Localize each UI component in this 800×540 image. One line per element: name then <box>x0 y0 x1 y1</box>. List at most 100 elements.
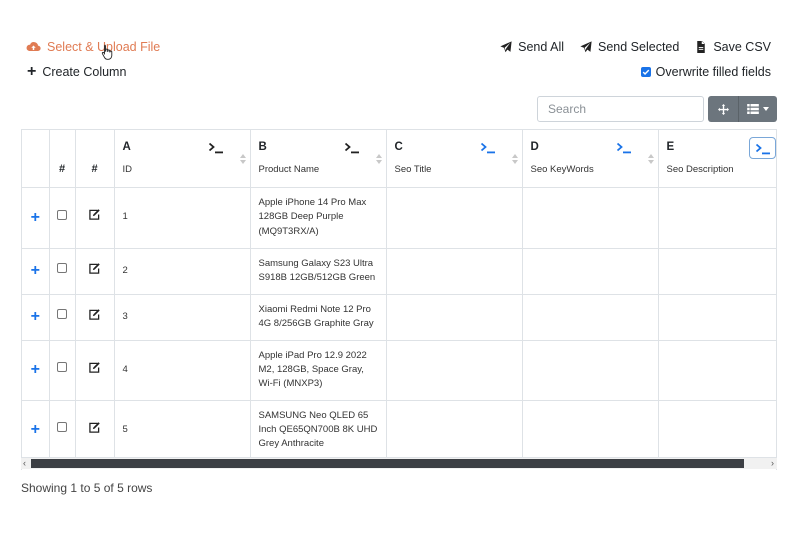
checkmark-icon <box>642 69 649 76</box>
plus-icon: + <box>27 63 37 80</box>
list-icon <box>747 104 759 114</box>
table-row: + 4 Apple iPad Pro 12.9 2022 M2, 128GB, … <box>22 340 776 401</box>
sort-icon[interactable] <box>647 154 654 164</box>
edit-icon[interactable] <box>89 422 100 433</box>
cell-product-name[interactable]: Apple iPhone 14 Pro Max 128GB Deep Purpl… <box>250 187 387 249</box>
row-checkbox[interactable] <box>57 422 67 433</box>
cell-seo-title[interactable] <box>386 187 523 249</box>
cell-id[interactable]: 2 <box>114 248 251 295</box>
cell-seo-title[interactable] <box>386 294 523 341</box>
paper-plane-icon <box>500 41 512 53</box>
add-row-icon[interactable]: + <box>31 421 40 438</box>
cell-product-name[interactable]: Apple iPad Pro 12.9 2022 M2, 128GB, Spac… <box>250 340 387 401</box>
column-letter: A <box>122 141 131 153</box>
cell-seo-title[interactable] <box>386 400 523 461</box>
horizontal-scrollbar[interactable]: ‹ › <box>21 457 777 469</box>
terminal-icon[interactable] <box>344 141 360 154</box>
send-all-button[interactable]: Send All <box>500 40 564 54</box>
cell-seo-title[interactable] <box>386 248 523 295</box>
send-selected-label: Send Selected <box>598 40 680 54</box>
sort-icon[interactable] <box>511 154 518 164</box>
create-column-button[interactable]: + Create Column <box>27 63 127 80</box>
row-checkbox[interactable] <box>57 263 67 274</box>
table-header-row: # # A ID B Product Name C Seo Title D Se… <box>22 130 776 188</box>
overwrite-checkbox[interactable] <box>640 67 651 77</box>
table-row: + 1 Apple iPhone 14 Pro Max 128GB Deep P… <box>22 187 776 249</box>
column-header-b[interactable]: B Product Name <box>250 130 387 188</box>
cell-seo-description[interactable] <box>658 294 776 341</box>
terminal-icon[interactable] <box>616 141 632 154</box>
cell-product-name[interactable]: Samsung Galaxy S23 Ultra S918B 12GB/512G… <box>250 248 387 295</box>
edit-icon[interactable] <box>89 362 100 373</box>
data-table: # # A ID B Product Name C Seo Title D Se… <box>21 129 777 470</box>
add-row-icon[interactable]: + <box>31 209 40 226</box>
column-name: Seo Title <box>394 164 432 175</box>
column-header-d[interactable]: D Seo KeyWords <box>522 130 659 188</box>
column-name: Seo Description <box>666 164 734 175</box>
create-column-label: Create Column <box>42 65 127 79</box>
scroll-left-icon[interactable]: ‹ <box>23 458 26 469</box>
overwrite-label: Overwrite filled fields <box>655 65 771 79</box>
cell-seo-keywords[interactable] <box>522 340 659 401</box>
cell-seo-title[interactable] <box>386 340 523 401</box>
column-letter: D <box>530 141 539 153</box>
pagination-info: Showing 1 to 5 of 5 rows <box>21 481 153 495</box>
cloud-upload-icon <box>26 42 41 52</box>
add-row-icon[interactable]: + <box>31 262 40 279</box>
cell-seo-keywords[interactable] <box>522 294 659 341</box>
hand-pointer-icon <box>101 44 113 60</box>
upload-file-link[interactable]: Select & Upload File <box>26 40 160 54</box>
columns-toggle-button[interactable] <box>739 96 777 122</box>
column-header-c[interactable]: C Seo Title <box>386 130 523 188</box>
file-icon <box>697 41 706 53</box>
terminal-icon <box>755 143 770 154</box>
sort-icon[interactable] <box>239 154 246 164</box>
column-name: ID <box>122 164 133 175</box>
terminal-button[interactable] <box>749 137 776 159</box>
cell-id[interactable]: 5 <box>114 400 251 461</box>
cell-id[interactable]: 1 <box>114 187 251 249</box>
cell-id[interactable]: 3 <box>114 294 251 341</box>
header-add <box>22 130 50 188</box>
cell-product-name[interactable]: SAMSUNG Neo QLED 65 Inch QE65QN700B 8K U… <box>250 400 387 461</box>
caret-down-icon <box>763 107 769 111</box>
table-controls <box>708 96 777 122</box>
column-letter: C <box>394 141 403 153</box>
overwrite-option: Overwrite filled fields <box>640 65 771 79</box>
column-letter: E <box>666 141 675 153</box>
row-checkbox[interactable] <box>57 309 67 320</box>
cell-seo-description[interactable] <box>658 340 776 401</box>
cell-seo-description[interactable] <box>658 187 776 249</box>
column-header-e[interactable]: E Seo Description <box>658 130 776 188</box>
edit-icon[interactable] <box>89 209 100 221</box>
column-name: Seo KeyWords <box>530 164 594 175</box>
add-row-icon[interactable]: + <box>31 361 40 378</box>
cell-product-name[interactable]: Xiaomi Redmi Note 12 Pro 4G 8/256GB Grap… <box>250 294 387 341</box>
row-checkbox[interactable] <box>57 209 67 220</box>
scroll-right-icon[interactable]: › <box>771 458 774 469</box>
cell-seo-keywords[interactable] <box>522 248 659 295</box>
add-row-icon[interactable]: + <box>31 308 40 325</box>
edit-icon[interactable] <box>89 309 100 320</box>
cell-seo-description[interactable] <box>658 248 776 295</box>
terminal-icon[interactable] <box>208 141 224 154</box>
header-edit: # <box>75 130 115 188</box>
edit-icon[interactable] <box>89 263 100 274</box>
terminal-icon[interactable] <box>480 141 496 154</box>
scrollbar-thumb[interactable] <box>31 459 744 468</box>
cell-seo-keywords[interactable] <box>522 400 659 461</box>
sort-icon[interactable] <box>375 154 382 164</box>
send-selected-button[interactable]: Send Selected <box>580 40 679 54</box>
table-row: + 3 Xiaomi Redmi Note 12 Pro 4G 8/256GB … <box>22 294 776 341</box>
arrows-move-icon <box>717 103 729 115</box>
search-input[interactable] <box>537 96 704 122</box>
column-header-a[interactable]: A ID <box>114 130 251 188</box>
cell-id[interactable]: 4 <box>114 340 251 401</box>
fullscreen-button[interactable] <box>708 96 739 122</box>
column-letter: B <box>258 141 267 153</box>
row-checkbox[interactable] <box>57 362 67 373</box>
save-csv-button[interactable]: Save CSV <box>695 40 771 54</box>
cell-seo-description[interactable] <box>658 400 776 461</box>
send-all-label: Send All <box>518 40 565 54</box>
cell-seo-keywords[interactable] <box>522 187 659 249</box>
